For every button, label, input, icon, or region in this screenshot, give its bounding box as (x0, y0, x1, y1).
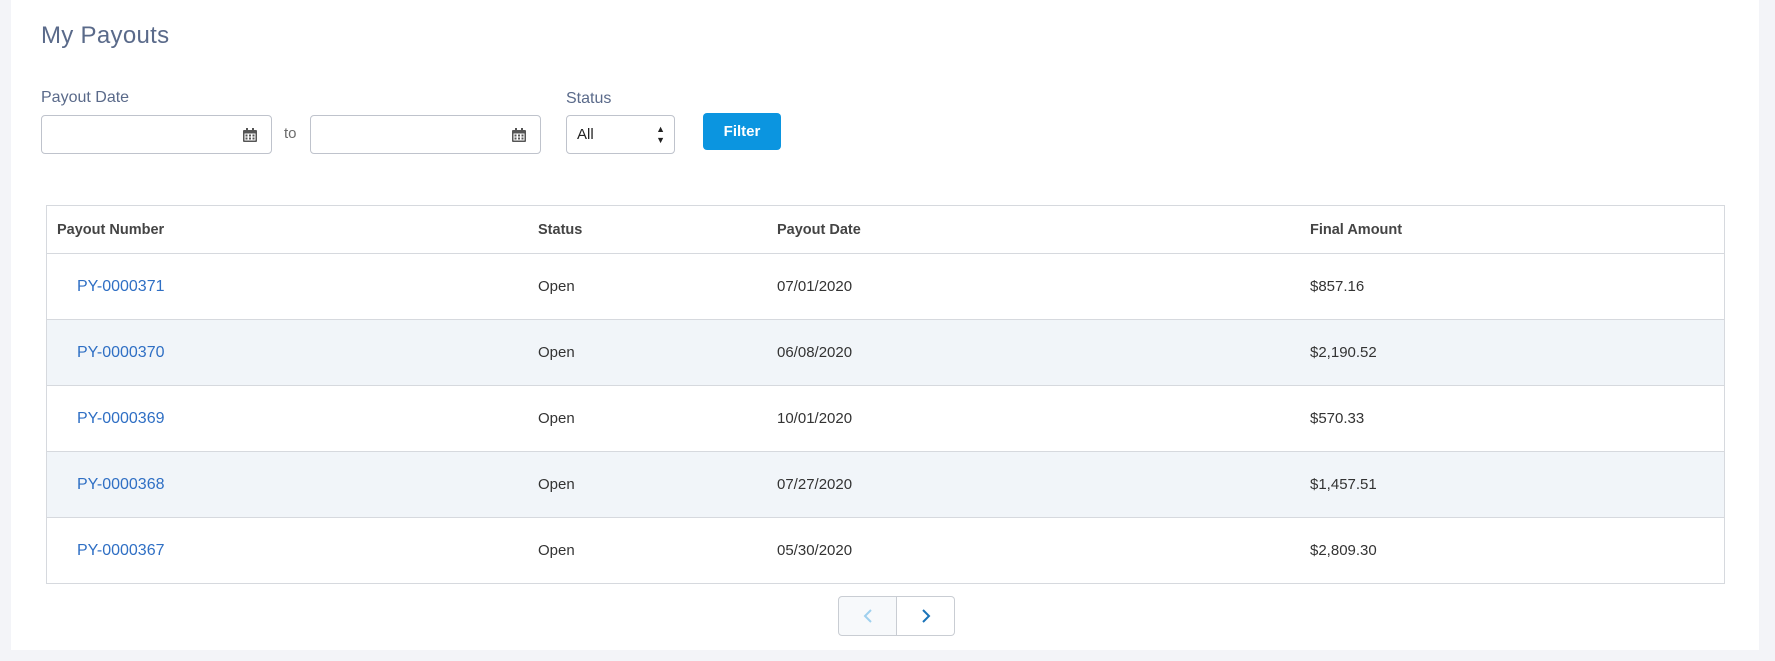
payout-number-link[interactable]: PY-0000368 (77, 476, 165, 494)
date-range-to-text: to (284, 125, 297, 142)
row-final-amount: $2,190.52 (1310, 344, 1377, 361)
payout-date-from-input[interactable] (42, 116, 232, 153)
payout-number-link[interactable]: PY-0000367 (77, 542, 165, 560)
row-payout-date: 06/08/2020 (777, 344, 853, 361)
filter-button[interactable]: Filter (703, 113, 781, 150)
row-status: Open (538, 278, 575, 295)
calendar-icon[interactable] (242, 127, 258, 143)
row-status: Open (538, 476, 575, 493)
row-final-amount: $2,809.30 (1310, 542, 1377, 559)
row-status: Open (538, 344, 575, 361)
header-final-amount[interactable]: Final Amount (1310, 222, 1402, 238)
row-final-amount: $1,457.51 (1310, 476, 1377, 493)
payout-date-from-field[interactable] (41, 115, 272, 154)
row-status: Open (538, 542, 575, 559)
payout-number-link[interactable]: PY-0000370 (77, 344, 165, 362)
previous-page-button[interactable] (838, 596, 897, 636)
header-payout-date[interactable]: Payout Date (777, 222, 861, 238)
row-payout-date: 10/01/2020 (777, 410, 853, 427)
row-payout-date: 05/30/2020 (777, 542, 853, 559)
payout-date-to-field[interactable] (310, 115, 541, 154)
status-label: Status (566, 90, 612, 107)
payouts-panel: My Payouts Payout Date to Status All ▲ ▼… (11, 0, 1759, 650)
select-arrows-icon: ▲ ▼ (656, 124, 665, 145)
chevron-left-icon (863, 609, 872, 623)
table-header: Payout Number Status Payout Date Final A… (47, 206, 1724, 254)
status-select-value: All (577, 126, 594, 143)
payouts-table: Payout Number Status Payout Date Final A… (46, 205, 1725, 584)
header-status[interactable]: Status (538, 222, 582, 238)
next-page-button[interactable] (897, 596, 955, 636)
table-row: PY-0000368 Open 07/27/2020 $1,457.51 (47, 452, 1724, 518)
payout-number-link[interactable]: PY-0000369 (77, 410, 165, 428)
table-row: PY-0000369 Open 10/01/2020 $570.33 (47, 386, 1724, 452)
payout-number-link[interactable]: PY-0000371 (77, 278, 165, 296)
row-status: Open (538, 410, 575, 427)
row-payout-date: 07/27/2020 (777, 476, 853, 493)
table-row: PY-0000370 Open 06/08/2020 $2,190.52 (47, 320, 1724, 386)
chevron-right-icon (921, 609, 930, 623)
header-payout-number[interactable]: Payout Number (57, 222, 164, 238)
page-title: My Payouts (41, 22, 170, 49)
table-row: PY-0000371 Open 07/01/2020 $857.16 (47, 254, 1724, 320)
calendar-icon[interactable] (511, 127, 527, 143)
row-final-amount: $857.16 (1310, 278, 1365, 295)
table-row: PY-0000367 Open 05/30/2020 $2,809.30 (47, 518, 1724, 583)
pagination (838, 596, 955, 636)
payout-date-to-input[interactable] (311, 116, 501, 153)
status-select[interactable]: All ▲ ▼ (566, 115, 675, 154)
payout-date-label: Payout Date (41, 89, 130, 106)
row-final-amount: $570.33 (1310, 410, 1365, 427)
row-payout-date: 07/01/2020 (777, 278, 853, 295)
